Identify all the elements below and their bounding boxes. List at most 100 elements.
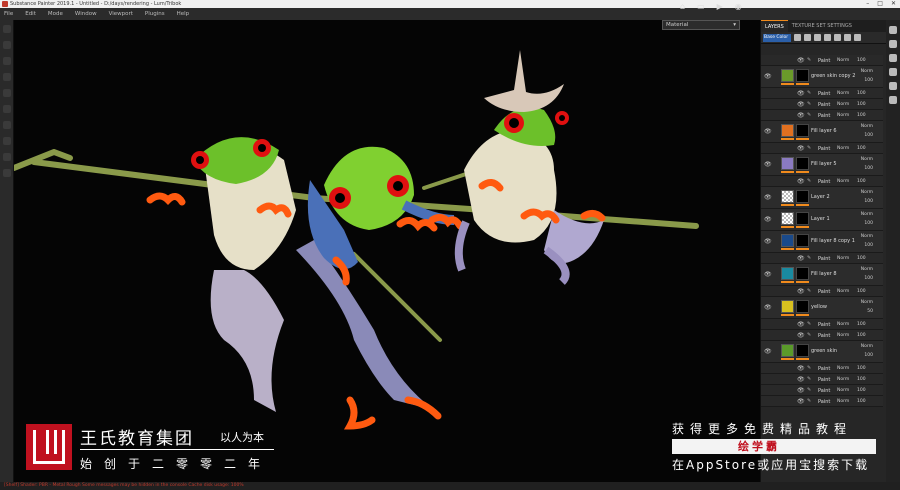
- eye-icon[interactable]: 👁: [764, 271, 772, 278]
- material-picker-icon[interactable]: [3, 121, 11, 129]
- shelf-icon[interactable]: [3, 169, 11, 177]
- layer-mask-thumbnail[interactable]: [796, 124, 809, 137]
- sublayer-row[interactable]: 👁 ✎ Paint Norm 100: [761, 330, 883, 341]
- layer-opacity[interactable]: 100: [857, 102, 866, 107]
- eraser-icon[interactable]: [3, 41, 11, 49]
- polygon-fill-icon[interactable]: [3, 137, 11, 145]
- layer-opacity[interactable]: 100: [857, 179, 866, 184]
- layer-blend-mode[interactable]: Norm: [861, 69, 873, 74]
- sublayer-row[interactable]: 👁 ✎ Paint Norm 100: [761, 55, 883, 66]
- add-folder-icon[interactable]: [834, 34, 841, 41]
- layer-row[interactable]: 👁 green skin Norm 100: [761, 341, 883, 363]
- maximize-icon[interactable]: □: [877, 0, 883, 8]
- sublayer-row[interactable]: 👁 ✎ Paint Norm 100: [761, 99, 883, 110]
- layer-thumbnail[interactable]: [781, 300, 794, 313]
- eye-icon[interactable]: 👁: [764, 128, 772, 135]
- add-layer-icon[interactable]: [824, 34, 831, 41]
- layer-opacity[interactable]: 100: [857, 58, 866, 63]
- sublayer-row[interactable]: 👁 ✎ Paint Norm 100: [761, 363, 883, 374]
- sublayer-row[interactable]: 👁 ✎ Paint Norm 100: [761, 253, 883, 264]
- bake-icon[interactable]: [3, 153, 11, 161]
- layer-blend-mode[interactable]: Norm: [837, 388, 849, 393]
- layer-thumbnail[interactable]: [781, 267, 794, 280]
- add-mask-icon[interactable]: [804, 34, 811, 41]
- shelf-icon[interactable]: [889, 26, 897, 34]
- layer-blend-mode[interactable]: Norm: [837, 333, 849, 338]
- duplicate-icon[interactable]: [844, 34, 851, 41]
- eye-icon[interactable]: 👁: [797, 332, 805, 339]
- eye-icon[interactable]: 👁: [797, 90, 805, 97]
- layer-blend-mode[interactable]: Norm: [861, 157, 873, 162]
- menu-edit[interactable]: Edit: [25, 11, 36, 17]
- layer-opacity[interactable]: 100: [864, 166, 873, 171]
- layer-blend-mode[interactable]: Norm: [861, 190, 873, 195]
- layer-opacity[interactable]: 50: [867, 309, 873, 314]
- eye-icon[interactable]: 👁: [797, 112, 805, 119]
- layer-mask-thumbnail[interactable]: [796, 234, 809, 247]
- layer-opacity[interactable]: 100: [857, 377, 866, 382]
- layer-mask-thumbnail[interactable]: [796, 300, 809, 313]
- layer-blend-mode[interactable]: Norm: [861, 267, 873, 272]
- eye-icon[interactable]: 👁: [797, 101, 805, 108]
- layer-blend-mode[interactable]: Norm: [837, 113, 849, 118]
- layer-blend-mode[interactable]: Norm: [861, 212, 873, 217]
- layer-blend-mode[interactable]: Norm: [837, 366, 849, 371]
- layer-blend-mode[interactable]: Norm: [837, 399, 849, 404]
- layer-opacity[interactable]: 100: [857, 91, 866, 96]
- layer-row[interactable]: 👁 green skin copy 2 Norm 100: [761, 66, 883, 88]
- paint-brush-icon[interactable]: [3, 25, 11, 33]
- layer-mask-thumbnail[interactable]: [796, 190, 809, 203]
- eye-icon[interactable]: 👁: [764, 304, 772, 311]
- layer-mask-thumbnail[interactable]: [796, 212, 809, 225]
- layer-opacity[interactable]: 100: [857, 322, 866, 327]
- layer-thumbnail[interactable]: [781, 190, 794, 203]
- layer-row[interactable]: 👁 Layer 2 Norm 100: [761, 187, 883, 209]
- menu-plugins[interactable]: Plugins: [145, 11, 165, 17]
- display-icon[interactable]: [889, 68, 897, 76]
- eye-icon[interactable]: 👁: [797, 57, 805, 64]
- layer-opacity[interactable]: 100: [857, 399, 866, 404]
- camera-icon[interactable]: ⌂: [680, 2, 685, 11]
- layer-row[interactable]: 👁 Fill layer 5 Norm 100: [761, 154, 883, 176]
- tab-layers[interactable]: LAYERS: [761, 20, 788, 32]
- sublayer-row[interactable]: 👁 ✎ Paint Norm 100: [761, 385, 883, 396]
- layer-thumbnail[interactable]: [781, 212, 794, 225]
- layer-opacity[interactable]: 100: [864, 243, 873, 248]
- brush-icon[interactable]: [889, 40, 897, 48]
- layer-row[interactable]: 👁 Fill layer 8 Norm 100: [761, 264, 883, 286]
- layer-blend-mode[interactable]: Norm: [837, 377, 849, 382]
- layer-opacity[interactable]: 100: [864, 199, 873, 204]
- layer-opacity[interactable]: 100: [864, 133, 873, 138]
- close-icon[interactable]: ✕: [891, 0, 896, 8]
- eye-icon[interactable]: 👁: [797, 255, 805, 262]
- sublayer-row[interactable]: 👁 ✎ Paint Norm 100: [761, 374, 883, 385]
- 3d-viewport[interactable]: [14, 20, 760, 482]
- layer-row[interactable]: 👁 Fill layer 8 copy 1 Norm 100: [761, 231, 883, 253]
- layer-opacity[interactable]: 100: [857, 256, 866, 261]
- eye-icon[interactable]: 👁: [797, 178, 805, 185]
- layer-opacity[interactable]: 100: [857, 366, 866, 371]
- sublayer-row[interactable]: 👁 ✎ Paint Norm 100: [761, 396, 883, 407]
- layer-thumbnail[interactable]: [781, 124, 794, 137]
- minimize-icon[interactable]: –: [866, 0, 869, 8]
- layer-blend-mode[interactable]: Norm: [837, 102, 849, 107]
- sublayer-row[interactable]: 👁 ✎ Paint Norm 100: [761, 88, 883, 99]
- layer-opacity[interactable]: 100: [864, 276, 873, 281]
- screenshot-icon[interactable]: ◉: [735, 2, 742, 11]
- layer-thumbnail[interactable]: [781, 69, 794, 82]
- layer-opacity[interactable]: 100: [864, 78, 873, 83]
- eye-icon[interactable]: 👁: [797, 387, 805, 394]
- layer-blend-mode[interactable]: Norm: [837, 91, 849, 96]
- trash-icon[interactable]: [854, 34, 861, 41]
- eye-icon[interactable]: 👁: [797, 376, 805, 383]
- layer-blend-mode[interactable]: Norm: [861, 300, 873, 305]
- layer-thumbnail[interactable]: [781, 157, 794, 170]
- eye-icon[interactable]: 👁: [764, 161, 772, 168]
- layer-blend-mode[interactable]: Norm: [837, 289, 849, 294]
- layer-mask-thumbnail[interactable]: [796, 344, 809, 357]
- layer-blend-mode[interactable]: Norm: [837, 146, 849, 151]
- lighting-icon[interactable]: ▭: [697, 2, 705, 11]
- sublayer-row[interactable]: 👁 ✎ Paint Norm 100: [761, 176, 883, 187]
- menu-help[interactable]: Help: [177, 11, 190, 17]
- geometry-fill-icon[interactable]: [3, 73, 11, 81]
